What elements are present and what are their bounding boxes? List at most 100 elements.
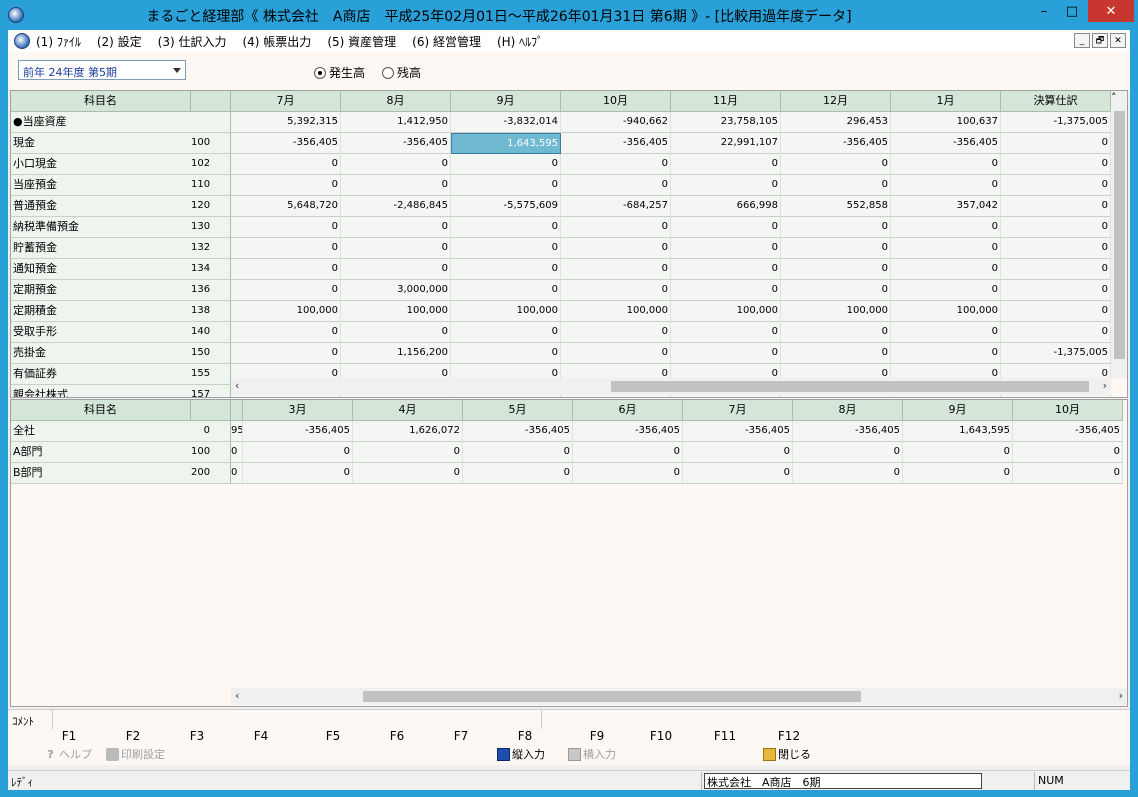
value-cell[interactable]: 100,637 [891,112,1001,133]
value-cell[interactable]: -2,486,845 [341,196,451,217]
value-cell[interactable]: 0 [891,154,1001,175]
value-cell[interactable]: 552,858 [781,196,891,217]
value-cell[interactable]: 100,000 [781,301,891,322]
fkey-f5[interactable]: F5 [303,729,363,743]
value-cell[interactable]: 0 [231,343,341,364]
fkey-f2[interactable]: F2 [103,729,163,743]
account-name-cell[interactable]: 有価証券 [11,364,191,385]
value-cell[interactable]: 0 [341,154,451,175]
value-cell[interactable]: 0 [243,442,353,463]
value-cell[interactable]: 0 [793,442,903,463]
scroll-up-icon[interactable]: ˄ [1111,91,1127,104]
value-cell[interactable]: 0 [781,154,891,175]
horizontal-scrollbar[interactable]: ‹ › [231,378,1111,395]
value-cell[interactable]: 0 [341,217,451,238]
account-code-cell[interactable]: 130 [191,217,231,238]
value-cell[interactable]: 0 [1001,133,1111,154]
help-action[interactable]: ? ヘルプ [44,746,92,762]
value-cell[interactable]: 0 [243,463,353,484]
radio-balance[interactable]: 残高 [382,64,421,81]
value-cell[interactable]: 0 [341,175,451,196]
scroll-thumb[interactable] [363,691,861,702]
value-cell[interactable]: 357,042 [891,196,1001,217]
value-cell[interactable]: -356,405 [891,133,1001,154]
menu-assets[interactable]: (5) 資産管理 [327,33,396,50]
value-cell[interactable]: 0 [671,343,781,364]
value-cell[interactable]: 0 [671,175,781,196]
menu-management[interactable]: (6) 経営管理 [412,33,481,50]
value-cell[interactable]: 0 [451,238,561,259]
value-cell[interactable]: 0 [231,280,341,301]
value-cell[interactable]: 3,000,000 [341,280,451,301]
menu-settings[interactable]: (2) 設定 [97,33,142,50]
value-cell[interactable]: 100,000 [561,301,671,322]
value-cell[interactable]: -356,405 [1013,421,1123,442]
value-cell[interactable]: 0 [231,217,341,238]
value-cell[interactable]: 0 [341,259,451,280]
horizontal-scrollbar[interactable]: ‹ › [231,688,1127,705]
department-name-cell[interactable]: 全社 [11,421,191,442]
account-name-cell[interactable]: 当座預金 [11,175,191,196]
value-cell[interactable]: 0 [781,322,891,343]
account-code-cell[interactable]: 120 [191,196,231,217]
value-cell[interactable]: 0 [891,175,1001,196]
account-code-cell[interactable]: 100 [191,133,231,154]
value-cell[interactable]: 0 [1013,442,1123,463]
account-name-cell[interactable]: 売掛金 [11,343,191,364]
value-cell[interactable]: 0 [671,217,781,238]
value-cell[interactable]: 0 [793,463,903,484]
value-cell[interactable]: 100,000 [341,301,451,322]
value-cell[interactable]: -3,832,014 [451,112,561,133]
value-cell[interactable]: 0 [231,175,341,196]
fkey-f11[interactable]: F11 [695,729,755,743]
value-cell[interactable]: 0 [561,280,671,301]
scroll-thumb[interactable] [1114,111,1125,359]
value-cell[interactable]: 0 [1001,322,1111,343]
account-code-cell[interactable]: 157 [191,385,231,397]
value-cell[interactable]: -356,405 [561,133,671,154]
value-cell[interactable]: -356,405 [793,421,903,442]
account-name-cell[interactable]: 定期預金 [11,280,191,301]
value-cell[interactable]: -356,405 [573,421,683,442]
menu-file[interactable]: (1) ﾌｧｲﾙ [36,33,81,50]
value-cell[interactable]: 0 [451,217,561,238]
maximize-button[interactable]: □ [1058,0,1086,22]
account-name-cell[interactable]: ●当座資産 [11,112,191,133]
department-code-cell[interactable]: 100 [191,442,231,463]
value-cell[interactable]: 0 [561,238,671,259]
account-name-cell[interactable]: 受取手形 [11,322,191,343]
value-cell[interactable]: 0 [451,280,561,301]
account-code-cell[interactable]: 102 [191,154,231,175]
value-cell[interactable]: 23,758,105 [671,112,781,133]
department-code-cell[interactable]: 0 [191,421,231,442]
app-icon[interactable] [8,7,24,23]
scroll-left-icon[interactable]: ‹ [235,689,239,702]
value-cell[interactable]: 22,991,107 [671,133,781,154]
value-cell[interactable]: 0 [573,442,683,463]
value-cell[interactable]: 100,000 [671,301,781,322]
value-cell[interactable]: 0 [891,238,1001,259]
value-cell[interactable]: 0 [891,217,1001,238]
value-cell[interactable]: 0 [671,238,781,259]
value-cell[interactable]: 100,000 [891,301,1001,322]
value-cell[interactable]: 0 [231,463,243,484]
mdi-minimize-button[interactable]: _ [1074,33,1090,48]
value-cell[interactable]: 0 [1001,217,1111,238]
department-name-cell[interactable]: A部門 [11,442,191,463]
value-cell[interactable]: 666,998 [671,196,781,217]
value-cell[interactable]: 0 [781,259,891,280]
account-code-cell[interactable]: 110 [191,175,231,196]
value-cell[interactable]: 0 [451,154,561,175]
vertical-scrollbar[interactable]: ˄ [1111,91,1127,378]
account-name-cell[interactable]: 普通預金 [11,196,191,217]
scroll-left-icon[interactable]: ‹ [235,379,239,392]
department-name-cell[interactable]: B部門 [11,463,191,484]
value-cell[interactable]: 0 [353,442,463,463]
account-code-cell[interactable]: 138 [191,301,231,322]
mdi-restore-button[interactable]: 🗗 [1092,33,1108,48]
value-cell[interactable]: 0 [671,154,781,175]
value-cell[interactable]: 0 [231,154,341,175]
value-cell[interactable]: 0 [231,442,243,463]
value-cell[interactable]: 1,156,200 [341,343,451,364]
value-cell[interactable]: -1,375,005 [1001,343,1111,364]
